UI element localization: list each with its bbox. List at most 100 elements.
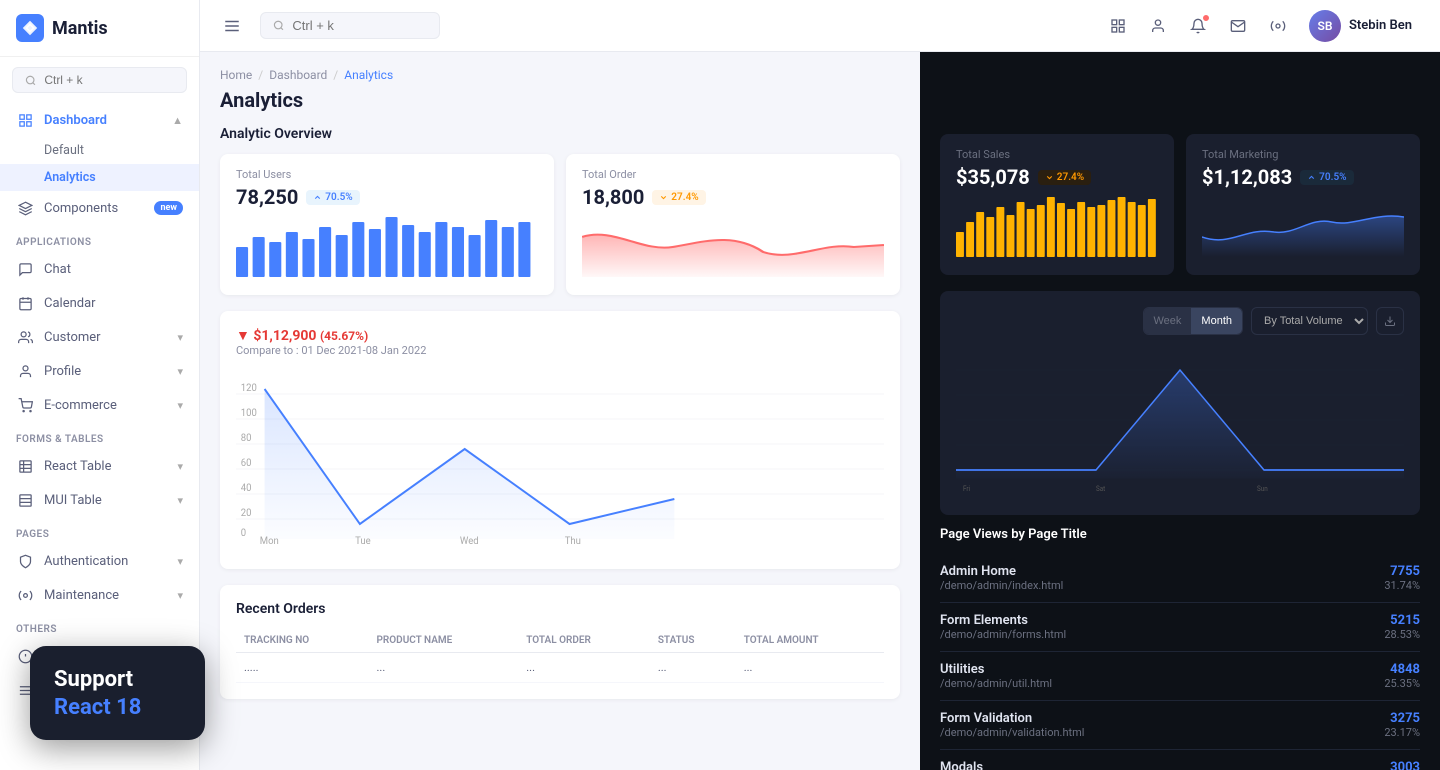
sidebar-item-maintenance[interactable]: Maintenance ▾ bbox=[0, 578, 199, 612]
dark-income-chart: Fri Sat Sun bbox=[956, 345, 1404, 495]
sidebar-sub-default[interactable]: Default bbox=[0, 137, 199, 164]
dark-panel: Total Sales $35,078 27.4% bbox=[920, 52, 1440, 770]
mui-table-arrow: ▾ bbox=[177, 494, 183, 507]
dark-metric-card-marketing: Total Marketing $1,12,083 70.5% bbox=[1186, 134, 1420, 275]
page-views-list: Admin Home /demo/admin/index.html 7755 3… bbox=[940, 554, 1420, 770]
metric-card-total-order: Total Order 18,800 27.4% bbox=[566, 154, 900, 295]
pv-pct-1: 31.74% bbox=[1384, 579, 1420, 592]
app-name: Mantis bbox=[52, 18, 108, 39]
svg-text:Tue: Tue bbox=[355, 536, 371, 547]
total-order-label: Total Order bbox=[582, 168, 884, 181]
sidebar-item-mui-table[interactable]: MUI Table ▾ bbox=[0, 483, 199, 517]
week-month-toggle: Week Month bbox=[1143, 307, 1244, 335]
topbar-search[interactable] bbox=[260, 12, 440, 39]
orders-table: TRACKING NO PRODUCT NAME TOTAL ORDER STA… bbox=[236, 629, 884, 683]
svg-text:60: 60 bbox=[241, 458, 252, 469]
user-circle-icon-button[interactable] bbox=[1141, 9, 1175, 43]
topbar: SB Stebin Ben bbox=[200, 0, 1440, 52]
pv-count-4: 3275 bbox=[1384, 711, 1420, 726]
components-badge: new bbox=[154, 201, 183, 215]
customer-arrow: ▾ bbox=[177, 331, 183, 344]
settings-icon-button[interactable] bbox=[1261, 9, 1295, 43]
pv-count-2: 5215 bbox=[1384, 613, 1420, 628]
col-total-amount: TOTAL AMOUNT bbox=[736, 629, 884, 653]
svg-text:120: 120 bbox=[241, 383, 257, 394]
sidebar-item-customer[interactable]: Customer ▾ bbox=[0, 320, 199, 354]
sidebar-search-input[interactable] bbox=[44, 73, 174, 87]
pv-item-2: Form Elements /demo/admin/forms.html 521… bbox=[940, 603, 1420, 652]
grid-icon-button[interactable] bbox=[1101, 9, 1135, 43]
chat-icon bbox=[16, 260, 34, 278]
col-tracking: TRACKING NO bbox=[236, 629, 369, 653]
maintenance-label: Maintenance bbox=[44, 588, 119, 603]
sidebar-item-calendar[interactable]: Calendar bbox=[0, 286, 199, 320]
chat-label: Chat bbox=[44, 262, 71, 277]
dashboard-arrow: ▲ bbox=[172, 114, 183, 127]
dark-metric-cards: Total Sales $35,078 27.4% bbox=[940, 134, 1420, 275]
pv-url-3: /demo/admin/util.html bbox=[940, 677, 1052, 690]
svg-text:100: 100 bbox=[241, 408, 257, 419]
bell-icon-button[interactable] bbox=[1181, 9, 1215, 43]
pv-pct-2: 28.53% bbox=[1384, 628, 1420, 641]
topbar-search-input[interactable] bbox=[292, 18, 427, 33]
sidebar-logo[interactable]: Mantis bbox=[0, 0, 199, 57]
pv-name-2: Form Elements bbox=[940, 613, 1066, 628]
ecommerce-icon bbox=[16, 396, 34, 414]
pv-count-3: 4848 bbox=[1384, 662, 1420, 677]
components-label: Components bbox=[44, 201, 118, 216]
breadcrumb-home[interactable]: Home bbox=[220, 68, 252, 82]
sidebar-item-components[interactable]: Components new bbox=[0, 191, 199, 225]
ecommerce-arrow: ▾ bbox=[177, 399, 183, 412]
light-panel: Home / Dashboard / Analytics Analytics A… bbox=[200, 52, 920, 770]
col-total-order: TOTAL ORDER bbox=[518, 629, 650, 653]
section-label-pages: Pages bbox=[0, 517, 199, 544]
col-product: PRODUCT NAME bbox=[369, 629, 519, 653]
calendar-label: Calendar bbox=[44, 296, 96, 311]
authentication-label: Authentication bbox=[44, 554, 128, 569]
profile-icon bbox=[16, 362, 34, 380]
support-popup[interactable]: Support React 18 bbox=[30, 646, 205, 740]
income-line-chart: 120 100 80 60 40 20 0 bbox=[236, 369, 884, 549]
svg-text:40: 40 bbox=[241, 483, 252, 494]
auth-arrow: ▾ bbox=[177, 555, 183, 568]
svg-text:Wed: Wed bbox=[460, 536, 479, 547]
dark-marketing-label: Total Marketing bbox=[1202, 148, 1404, 161]
react-table-arrow: ▾ bbox=[177, 460, 183, 473]
recent-orders-section: Recent Orders TRACKING NO PRODUCT NAME T… bbox=[220, 585, 900, 699]
main-content: SB Stebin Ben Home / Dashboard / Analyti… bbox=[200, 0, 1440, 770]
dark-sales-badge: 27.4% bbox=[1038, 170, 1091, 185]
total-users-value: 78,250 bbox=[236, 185, 298, 209]
sidebar-item-profile[interactable]: Profile ▾ bbox=[0, 354, 199, 388]
dark-income-section: Week Month By Total Volume bbox=[940, 291, 1420, 515]
maintenance-icon bbox=[16, 586, 34, 604]
volume-select[interactable]: By Total Volume bbox=[1251, 307, 1368, 335]
pv-name-5: Modals bbox=[940, 760, 1074, 770]
income-value: ▼ $1,12,900 (45.67%) bbox=[236, 327, 426, 344]
sidebar-search[interactable] bbox=[12, 67, 187, 93]
sidebar-item-dashboard[interactable]: Dashboard ▲ bbox=[0, 103, 199, 137]
total-order-badge: 27.4% bbox=[652, 190, 705, 205]
user-menu[interactable]: SB Stebin Ben bbox=[1301, 6, 1420, 46]
breadcrumb-dashboard[interactable]: Dashboard bbox=[269, 68, 327, 82]
dark-marketing-value: $1,12,083 bbox=[1202, 165, 1292, 189]
user-avatar: SB bbox=[1309, 10, 1341, 42]
support-title: Support bbox=[54, 666, 181, 695]
pv-item-1: Admin Home /demo/admin/index.html 7755 3… bbox=[940, 554, 1420, 603]
sidebar-item-react-table[interactable]: React Table ▾ bbox=[0, 449, 199, 483]
react-table-icon bbox=[16, 457, 34, 475]
customer-icon bbox=[16, 328, 34, 346]
month-button[interactable]: Month bbox=[1191, 308, 1242, 334]
sidebar-item-authentication[interactable]: Authentication ▾ bbox=[0, 544, 199, 578]
topbar-left bbox=[200, 10, 440, 42]
week-button[interactable]: Week bbox=[1144, 308, 1192, 334]
sidebar-item-ecommerce[interactable]: E-commerce ▾ bbox=[0, 388, 199, 422]
pv-name-3: Utilities bbox=[940, 662, 1052, 677]
mail-icon-button[interactable] bbox=[1221, 9, 1255, 43]
menu-toggle-button[interactable] bbox=[216, 10, 248, 42]
download-button[interactable] bbox=[1376, 307, 1404, 335]
svg-text:20: 20 bbox=[241, 508, 252, 519]
page-views-section: Page Views by Page Title Admin Home /dem… bbox=[940, 527, 1420, 770]
sidebar-item-chat[interactable]: Chat bbox=[0, 252, 199, 286]
sidebar-sub-analytics[interactable]: Analytics bbox=[0, 164, 199, 191]
svg-text:Sat: Sat bbox=[1096, 484, 1106, 493]
